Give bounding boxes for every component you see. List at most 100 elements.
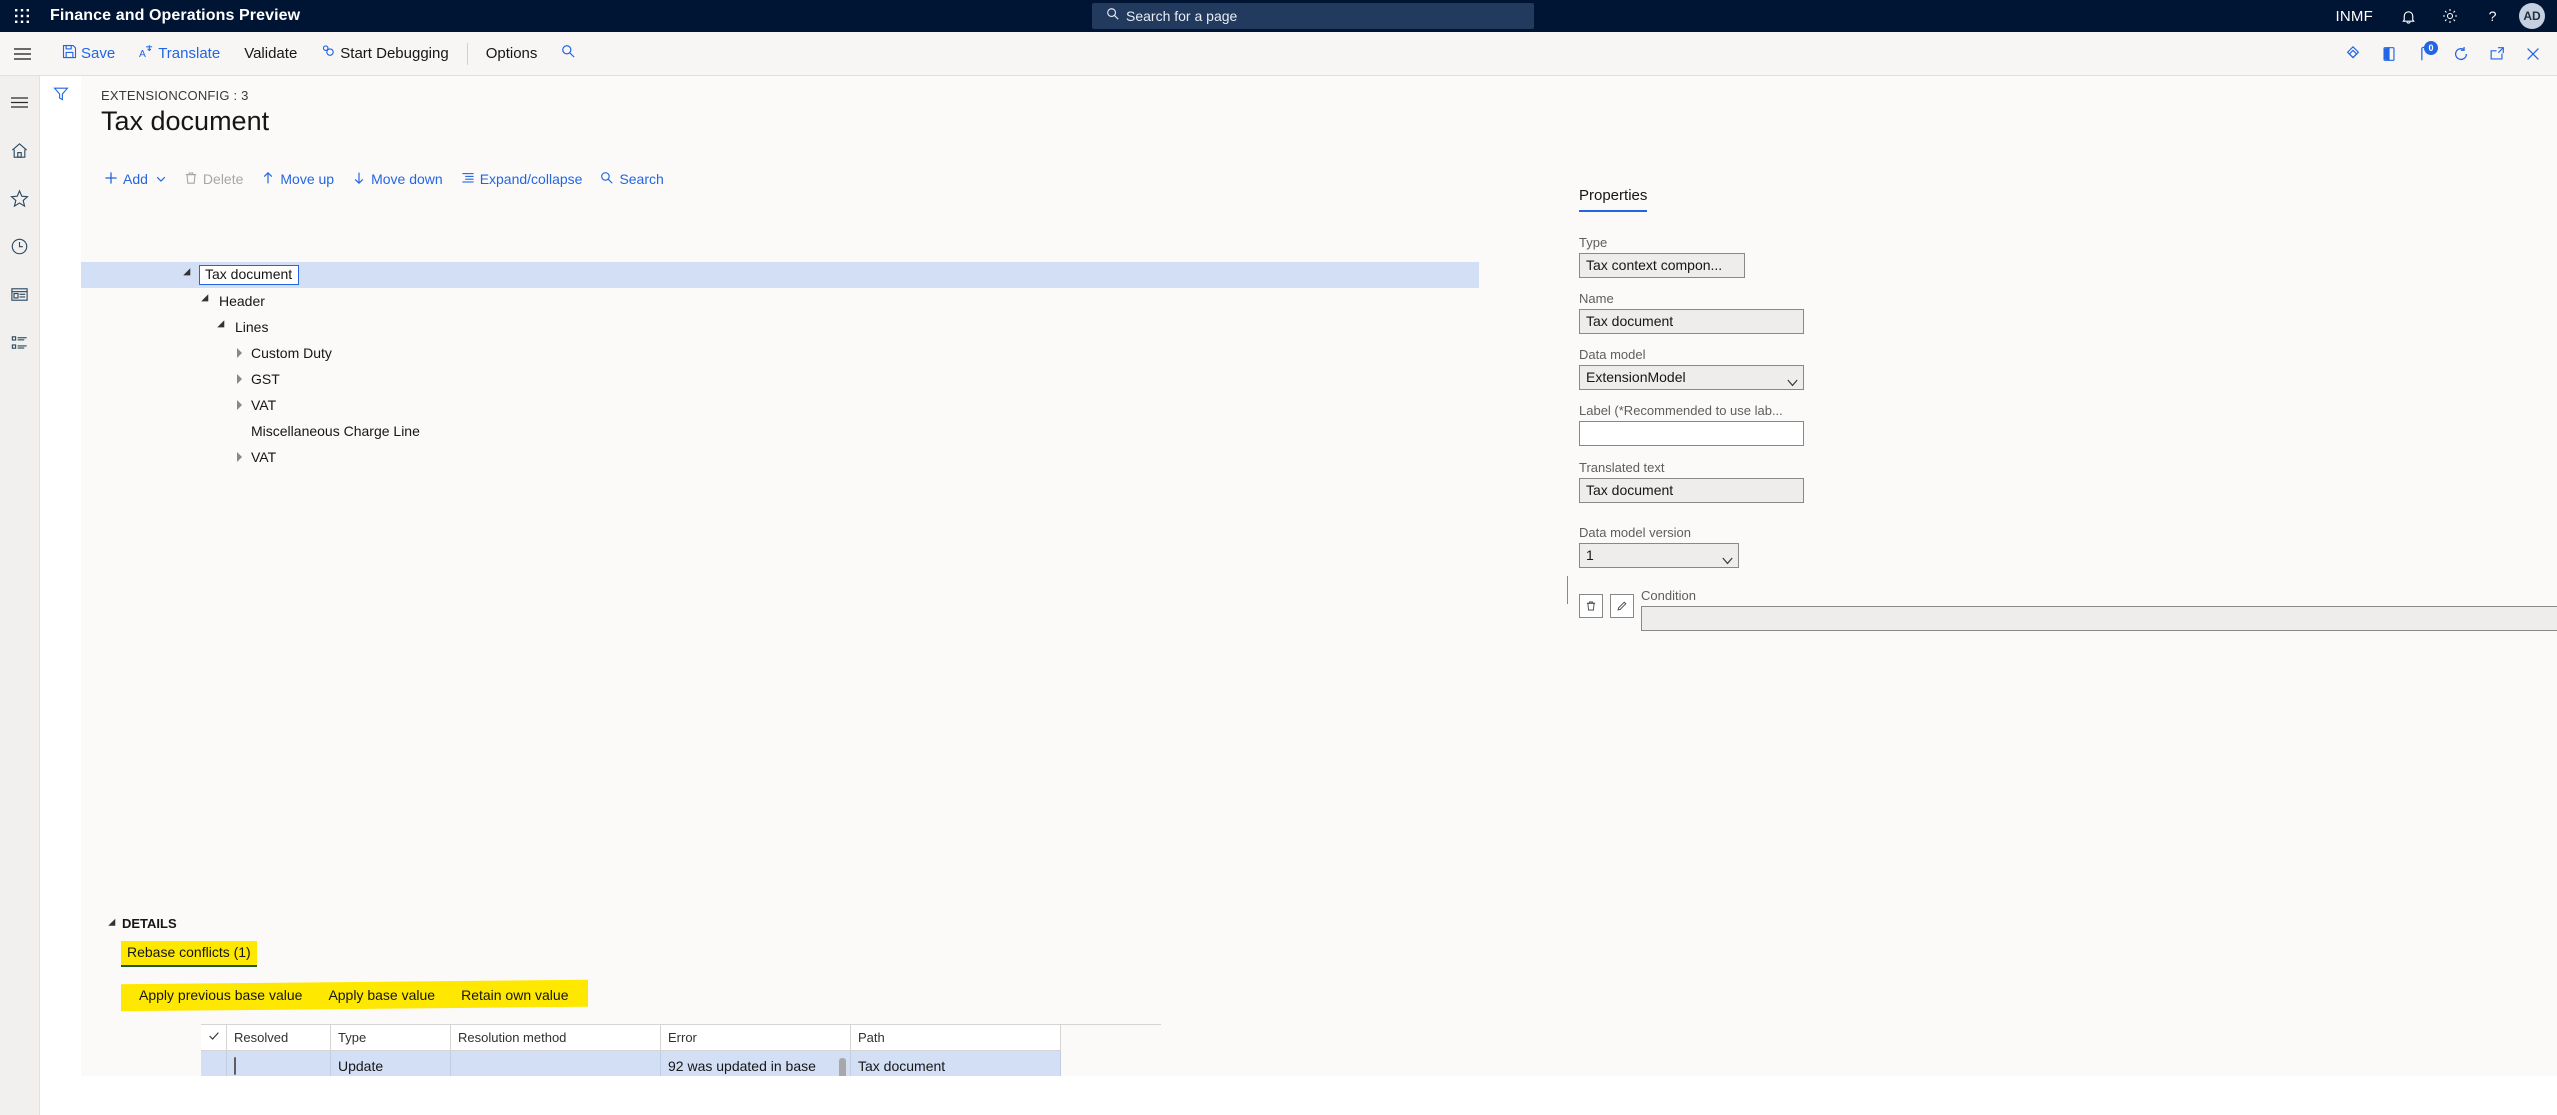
trash-icon xyxy=(184,171,198,188)
refresh-icon[interactable] xyxy=(2443,32,2479,76)
tree-node-header[interactable]: Header xyxy=(81,288,1479,314)
tax-document-tree: Tax document Header Lines Custom Duty GS… xyxy=(81,262,1479,470)
tree-node-label: Header xyxy=(219,293,265,309)
expand-collapse-button[interactable]: Expand/collapse xyxy=(452,164,592,194)
resolved-checkbox[interactable] xyxy=(234,1057,236,1075)
notifications-bell-icon[interactable] xyxy=(2387,0,2429,32)
tree-search-button[interactable]: Search xyxy=(591,164,672,194)
plus-icon xyxy=(104,171,118,188)
page-bottom-fill xyxy=(81,1076,2557,1115)
filter-gutter xyxy=(41,76,81,1115)
tree-node-label[interactable]: Tax document xyxy=(199,265,300,285)
close-icon[interactable] xyxy=(2515,32,2551,76)
grid-header-path[interactable]: Path xyxy=(851,1025,1061,1051)
help-question-icon[interactable]: ? xyxy=(2471,0,2513,32)
field-label-label: Label (*Recommended to use lab... xyxy=(1579,403,1783,418)
arrow-down-icon xyxy=(352,171,366,188)
command-search-button[interactable] xyxy=(549,32,588,76)
search-icon xyxy=(561,44,576,63)
tab-rebase-conflicts[interactable]: Rebase conflicts (1) xyxy=(121,941,257,967)
expand-caret-icon[interactable] xyxy=(179,268,197,280)
favorites-star-icon[interactable] xyxy=(4,182,36,214)
delete-label: Delete xyxy=(202,171,244,187)
add-button[interactable]: Add xyxy=(95,164,175,194)
svg-text:A: A xyxy=(139,49,146,59)
move-down-label: Move down xyxy=(371,171,443,187)
workspaces-icon[interactable] xyxy=(4,278,36,310)
field-type-label: Type xyxy=(1579,235,1608,250)
attachments-icon[interactable] xyxy=(2335,32,2371,76)
search-input[interactable] xyxy=(1126,8,1496,24)
popout-icon[interactable] xyxy=(2479,32,2515,76)
collapse-caret-icon[interactable] xyxy=(229,452,247,462)
field-translated-text-value[interactable]: Tax document xyxy=(1579,478,1804,503)
settings-gear-icon[interactable] xyxy=(2429,0,2471,32)
global-search-box[interactable] xyxy=(1092,3,1534,29)
grid-header-error[interactable]: Error xyxy=(661,1025,851,1051)
tree-node-vat-2[interactable]: VAT xyxy=(81,444,1479,470)
field-label-value[interactable] xyxy=(1579,421,1804,446)
tree-node-custom-duty[interactable]: Custom Duty xyxy=(81,340,1479,366)
grid-header-resolution-method[interactable]: Resolution method xyxy=(451,1025,661,1051)
grid-header-resolved[interactable]: Resolved xyxy=(227,1025,331,1051)
tree-node-gst[interactable]: GST xyxy=(81,366,1479,392)
tree-node-miscellaneous-charge-line[interactable]: Miscellaneous Charge Line xyxy=(81,418,1479,444)
condition-edit-button[interactable] xyxy=(1610,594,1634,618)
condition-delete-button[interactable] xyxy=(1579,594,1603,618)
validate-button[interactable]: Validate xyxy=(232,32,309,76)
home-icon[interactable] xyxy=(4,134,36,166)
details-header[interactable]: DETAILS xyxy=(108,916,177,931)
options-label: Options xyxy=(485,45,538,62)
open-in-office-icon[interactable] xyxy=(2371,32,2407,76)
field-type-value[interactable]: Tax context compon... xyxy=(1579,253,1745,278)
recent-clock-icon[interactable] xyxy=(4,230,36,262)
collapse-caret-icon[interactable] xyxy=(229,374,247,384)
collapse-caret-icon xyxy=(108,918,119,929)
field-name-value[interactable]: Tax document xyxy=(1579,309,1804,334)
grid-select-all-header[interactable] xyxy=(201,1025,227,1051)
tree-node-lines[interactable]: Lines xyxy=(81,314,1479,340)
move-down-button[interactable]: Move down xyxy=(343,164,452,194)
options-button[interactable]: Options xyxy=(474,32,550,76)
message-count-badge: 0 xyxy=(2424,41,2438,55)
save-label: Save xyxy=(81,45,116,62)
app-launcher-icon[interactable] xyxy=(0,0,44,32)
grid-header-type[interactable]: Type xyxy=(331,1025,451,1051)
save-icon xyxy=(62,44,77,63)
field-translated-text-label: Translated text xyxy=(1579,460,1665,475)
menu-icon[interactable] xyxy=(4,86,36,118)
start-debugging-label: Start Debugging xyxy=(340,45,449,62)
collapse-caret-icon[interactable] xyxy=(229,348,247,358)
page-content: EXTENSIONCONFIG : 3 Tax document Add Del… xyxy=(81,76,2557,1115)
apply-base-value-button[interactable]: Apply base value xyxy=(316,984,449,1007)
filter-funnel-icon[interactable] xyxy=(53,86,69,107)
retain-own-value-button[interactable]: Retain own value xyxy=(449,984,582,1007)
start-debugging-button[interactable]: Start Debugging xyxy=(309,32,460,76)
tree-node-tax-document[interactable]: Tax document xyxy=(81,262,1479,288)
tree-node-label: VAT xyxy=(251,449,277,465)
condition-field-wrap: Condition xyxy=(1641,584,2557,631)
tree-node-vat-1[interactable]: VAT xyxy=(81,392,1479,418)
tree-node-label: GST xyxy=(251,371,280,387)
modules-list-icon[interactable] xyxy=(4,326,36,358)
collapse-caret-icon[interactable] xyxy=(229,400,247,410)
field-type: Type Tax context compon... xyxy=(1579,235,1745,278)
translate-button[interactable]: A Translate xyxy=(127,32,232,76)
tab-properties[interactable]: Properties xyxy=(1579,187,1648,212)
field-data-model-select[interactable]: ExtensionModel xyxy=(1579,365,1804,390)
company-indicator[interactable]: INMF xyxy=(2336,8,2373,25)
save-button[interactable]: Save xyxy=(50,32,127,76)
svg-text:?: ? xyxy=(2488,9,2496,25)
expand-caret-icon[interactable] xyxy=(197,294,215,306)
avatar[interactable]: AD xyxy=(2519,3,2545,29)
move-up-button[interactable]: Move up xyxy=(252,164,343,194)
hamburger-menu-icon[interactable] xyxy=(0,32,44,76)
field-data-model-value: ExtensionModel xyxy=(1586,369,1686,385)
apply-previous-base-value-button[interactable]: Apply previous base value xyxy=(127,984,316,1007)
panel-splitter-handle[interactable] xyxy=(1567,576,1570,604)
field-condition-value[interactable] xyxy=(1641,606,2557,631)
field-data-model-version-select[interactable]: 1 xyxy=(1579,543,1739,568)
field-condition-label: Condition xyxy=(1641,588,1696,603)
expand-caret-icon[interactable] xyxy=(213,320,231,332)
messages-icon[interactable]: 0 xyxy=(2407,32,2443,76)
